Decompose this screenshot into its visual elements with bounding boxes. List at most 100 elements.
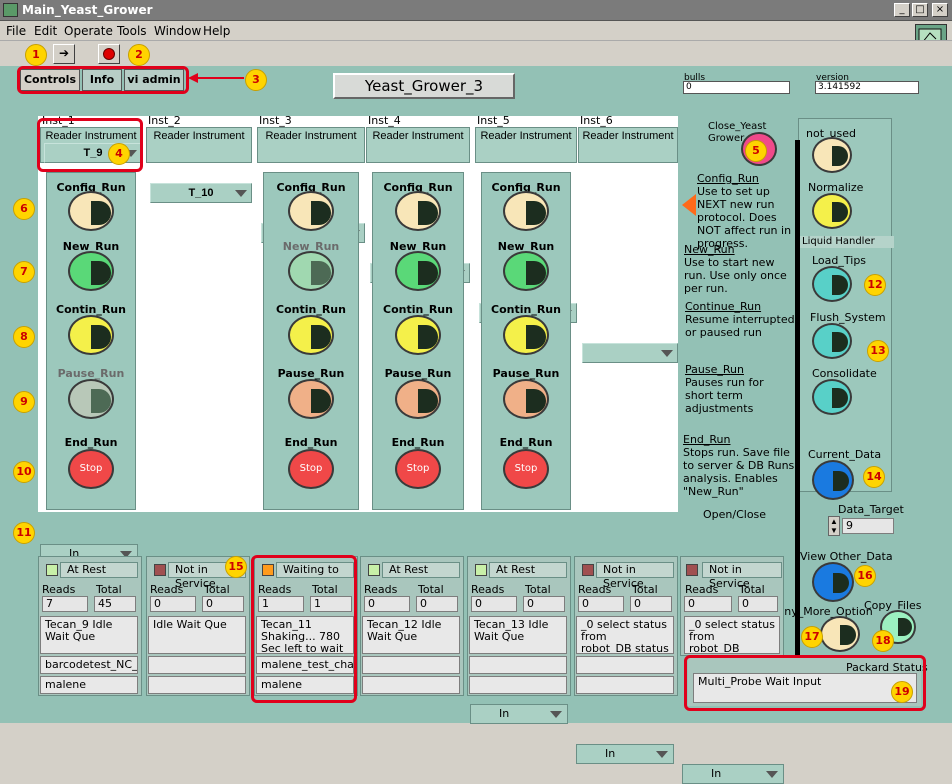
- callout-5: 5: [745, 140, 767, 162]
- reads-value-6: 0: [578, 596, 624, 612]
- flush-system-button[interactable]: [812, 323, 852, 359]
- user-field-5: [469, 676, 567, 694]
- total-value-3: 1: [310, 596, 352, 612]
- contin-run-button-5[interactable]: [503, 315, 549, 355]
- total-value-2: 0: [202, 596, 244, 612]
- end-run-button-1[interactable]: Stop: [68, 449, 114, 489]
- total-label-3: Total: [312, 583, 338, 596]
- callout-16: 16: [854, 565, 876, 587]
- run-arrow-icon[interactable]: ➔: [53, 44, 75, 64]
- app-icon: [3, 3, 18, 17]
- reader-label-4: Reader Instrument: [372, 130, 464, 142]
- in-combo-5[interactable]: In: [470, 704, 568, 724]
- new-run-button-3[interactable]: [288, 251, 334, 291]
- config-run-button-1[interactable]: [68, 191, 114, 231]
- help-config: Config_Run Use to set up NEXT new run pro…: [697, 172, 792, 250]
- end-run-button-4[interactable]: Stop: [395, 449, 441, 489]
- pause-run-button-5[interactable]: [503, 379, 549, 419]
- callout-2: 2: [128, 44, 150, 66]
- pause-run-button-3[interactable]: [288, 379, 334, 419]
- status-lamp-4: [368, 564, 380, 576]
- menu-file[interactable]: File: [6, 24, 26, 38]
- right-panel: [798, 118, 892, 492]
- status-label-7: Not in Service: [702, 562, 782, 590]
- many-more-option-button[interactable]: [820, 616, 860, 652]
- reads-value-7: 0: [684, 596, 732, 612]
- chevron-down-icon: [550, 711, 562, 718]
- end-run-button-3[interactable]: Stop: [288, 449, 334, 489]
- total-label-1: Total: [96, 583, 122, 596]
- menu-help[interactable]: Help: [203, 24, 230, 38]
- end-run-button-5[interactable]: Stop: [503, 449, 549, 489]
- pause-run-button-1[interactable]: [68, 379, 114, 419]
- in-combo-6[interactable]: In: [576, 744, 674, 764]
- new-run-button-1[interactable]: [68, 251, 114, 291]
- stop-label: Stop: [79, 463, 103, 474]
- status-lamp-7: [686, 564, 698, 576]
- contin-run-button-4[interactable]: [395, 315, 441, 355]
- file-field-6: [576, 656, 674, 674]
- status-message-6: _0 select status from robot_DB status: [576, 616, 674, 654]
- consolidate-button[interactable]: [812, 379, 852, 415]
- load-tips-button[interactable]: [812, 266, 852, 302]
- experiment-name: Yeast_Grower_3: [333, 73, 515, 99]
- normalize-button[interactable]: [812, 193, 852, 229]
- data-target-value[interactable]: 9: [842, 518, 894, 534]
- menu-edit[interactable]: Edit: [34, 24, 57, 38]
- status-lamp-5: [475, 564, 487, 576]
- open-close-combo[interactable]: In: [682, 764, 784, 784]
- menu-window[interactable]: Window: [154, 24, 201, 38]
- close-window-button[interactable]: ×: [932, 3, 948, 17]
- view-other-data-button[interactable]: [812, 562, 854, 602]
- view-other-label: View Other_Data: [800, 550, 893, 563]
- callout-10: 10: [13, 461, 35, 483]
- help-end: End_Run Stops run. Save file to server & …: [683, 433, 795, 498]
- callout-19: 19: [891, 681, 913, 703]
- stop-label: Stop: [406, 463, 430, 474]
- contin-run-button-1[interactable]: [68, 315, 114, 355]
- current-data-label: Current_Data: [808, 448, 882, 461]
- total-label-5: Total: [525, 583, 551, 596]
- status-label-4: At Rest: [382, 562, 460, 578]
- status-label-6: Not in Service: [596, 562, 674, 590]
- total-label-6: Total: [632, 583, 658, 596]
- current-data-button[interactable]: [812, 460, 854, 500]
- reads-label-1: Reads: [42, 583, 76, 596]
- total-label-2: Total: [204, 583, 230, 596]
- reads-label-2: Reads: [150, 583, 184, 596]
- abort-icon[interactable]: [98, 44, 120, 64]
- reader-select-6[interactable]: [582, 343, 678, 363]
- reads-value-3: 1: [258, 596, 304, 612]
- new-run-button-5[interactable]: [503, 251, 549, 291]
- menu-tools[interactable]: Tools: [117, 24, 147, 38]
- maximize-button[interactable]: □: [912, 3, 928, 17]
- tab-vi-admin[interactable]: vi admin: [124, 69, 184, 91]
- reader-select-2[interactable]: T_10: [150, 183, 252, 203]
- pause-run-button-4[interactable]: [395, 379, 441, 419]
- tab-info[interactable]: Info: [82, 69, 122, 91]
- bulls-value[interactable]: 0: [683, 81, 790, 94]
- chevron-down-icon: [235, 190, 247, 197]
- tab-controls[interactable]: Controls: [20, 69, 80, 91]
- total-label-7: Total: [739, 583, 765, 596]
- contin-run-button-3[interactable]: [288, 315, 334, 355]
- end-run-label-5: End_Run: [499, 436, 553, 449]
- reader-label-3: Reader Instrument: [265, 130, 357, 142]
- menu-operate[interactable]: Operate: [64, 24, 113, 38]
- status-msg3-3: Sec left to wait: [261, 642, 344, 654]
- config-run-button-3[interactable]: [288, 191, 334, 231]
- reader-value-1: T_9: [83, 147, 103, 159]
- status-message-4: Tecan_12 Idle Wait Que: [362, 616, 460, 654]
- callout-14: 14: [863, 466, 885, 488]
- reader-label-6: Reader Instrument: [582, 130, 674, 142]
- stepper-icon[interactable]: ▲ ▼: [828, 516, 840, 536]
- reader-value-2: T_10: [188, 187, 214, 199]
- reads-value-2: 0: [150, 596, 196, 612]
- new-run-button-4[interactable]: [395, 251, 441, 291]
- not-used-button[interactable]: [812, 137, 852, 173]
- end-run-label-3: End_Run: [284, 436, 338, 449]
- total-value-1: 45: [94, 596, 136, 612]
- config-run-button-5[interactable]: [503, 191, 549, 231]
- config-run-button-4[interactable]: [395, 191, 441, 231]
- minimize-button[interactable]: _: [894, 3, 910, 17]
